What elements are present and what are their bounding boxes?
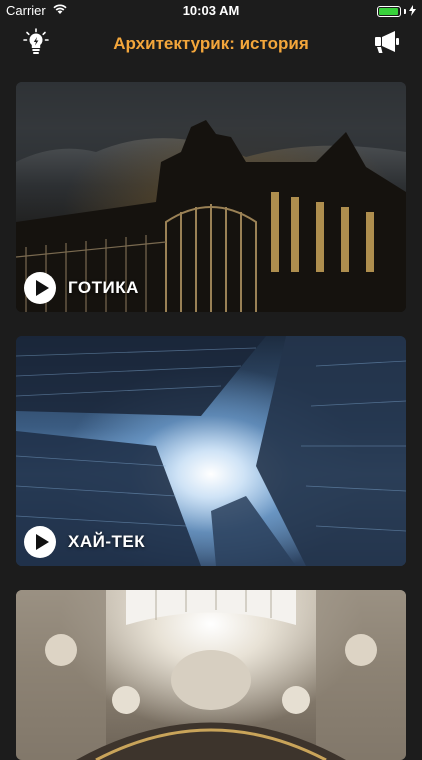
charging-bolt-icon bbox=[409, 4, 416, 19]
megaphone-button[interactable] bbox=[372, 28, 404, 60]
card-hightech[interactable]: ХАЙ-ТЕК bbox=[16, 336, 406, 566]
megaphone-icon bbox=[373, 29, 403, 60]
battery-cap bbox=[404, 9, 406, 14]
battery-icon bbox=[377, 6, 401, 17]
status-right bbox=[377, 4, 416, 19]
status-bar: Carrier 10:03 AM bbox=[0, 0, 422, 22]
card-title: ГОТИКА bbox=[68, 278, 139, 297]
play-icon bbox=[35, 534, 49, 550]
baroque-image bbox=[16, 590, 406, 760]
card-baroque[interactable] bbox=[16, 590, 406, 760]
nav-bar: Архитектурик: история bbox=[0, 22, 422, 66]
status-time: 10:03 AM bbox=[182, 3, 240, 18]
card-label-row: ГОТИКА bbox=[24, 272, 139, 304]
card-list: ГОТИКА ХАЙ-ТЕК bbox=[0, 66, 422, 760]
lightbulb-button[interactable] bbox=[20, 27, 52, 61]
play-button[interactable] bbox=[24, 526, 56, 558]
play-button[interactable] bbox=[24, 272, 56, 304]
play-icon bbox=[35, 280, 49, 296]
lightbulb-icon bbox=[23, 27, 49, 61]
page-title: Архитектурик: история bbox=[113, 34, 309, 53]
card-title: ХАЙ-ТЕК bbox=[68, 532, 146, 551]
card-gothic[interactable]: ГОТИКА bbox=[16, 82, 406, 312]
battery-level bbox=[379, 8, 398, 15]
card-label-row: ХАЙ-ТЕК bbox=[24, 526, 145, 558]
